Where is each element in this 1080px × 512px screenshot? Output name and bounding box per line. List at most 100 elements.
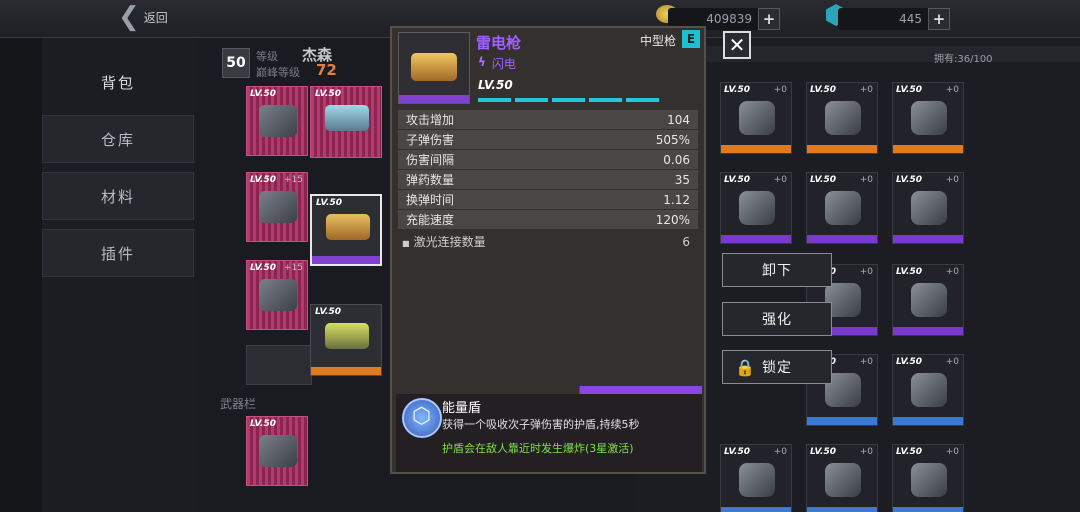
stat-value: 35: [674, 172, 690, 187]
item-level: LV.50: [896, 175, 923, 185]
item-plus: +0: [945, 85, 959, 95]
inventory-item[interactable]: LV.50 +0: [892, 354, 964, 426]
rarity-bar: [893, 417, 963, 425]
stat-row: 充能速度 120%: [398, 210, 698, 229]
item-plus: +0: [945, 357, 959, 367]
slot-plus: +15: [284, 263, 303, 273]
rarity-bar: [311, 367, 381, 375]
inventory-item[interactable]: LV.50 +0: [892, 264, 964, 336]
tab-plugins[interactable]: 插件: [42, 229, 194, 277]
back-label: 返回: [143, 10, 168, 25]
weapon-level: LV.50: [315, 307, 342, 317]
lock-icon: 🔒: [735, 358, 756, 377]
equipped-weapon-3[interactable]: LV.50: [310, 304, 382, 376]
stat-row: 子弹伤害 505%: [398, 130, 698, 149]
rarity-bar: [807, 507, 877, 512]
gem-counter: 445 +: [838, 8, 950, 30]
close-button[interactable]: ✕: [723, 31, 751, 59]
item-plus: +0: [773, 175, 787, 185]
rarity-bar: [721, 235, 791, 243]
boots-icon: [259, 279, 297, 311]
inventory-header: [706, 46, 1080, 62]
upgrade-button[interactable]: 强化: [722, 302, 832, 336]
tab-materials[interactable]: 材料: [42, 172, 194, 220]
peak-level-value: 72: [316, 61, 337, 79]
rarity-bar: [399, 95, 469, 103]
item-name: 雷电枪: [476, 34, 522, 52]
item-level: LV.50: [896, 267, 923, 277]
slot-level: LV.50: [250, 89, 277, 99]
gear-item-icon: [825, 101, 861, 135]
energy-shield-icon: [402, 398, 442, 438]
pip: [552, 98, 585, 102]
upgrade-label: 强化: [762, 312, 792, 328]
gear-item-icon: [911, 191, 947, 225]
inventory-item[interactable]: LV.50 +0: [892, 172, 964, 244]
gear-item-icon: [825, 463, 861, 497]
stat-row-extra: 激光连接数量 6: [398, 232, 698, 251]
tab-backpack[interactable]: 背包: [42, 58, 194, 106]
item-plus: +0: [859, 447, 873, 457]
gear-item-icon: [825, 191, 861, 225]
item-level: LV.50: [810, 175, 837, 185]
lock-label: 锁定: [762, 360, 792, 376]
stat-name: 子弹伤害: [406, 133, 455, 147]
lock-button[interactable]: 🔒 锁定: [722, 350, 832, 384]
weapon-level: LV.50: [315, 89, 342, 99]
inventory-item[interactable]: LV.50 +0: [892, 82, 964, 154]
level-label: 等级: [256, 50, 278, 63]
rarity-bar: [807, 145, 877, 153]
back-button[interactable]: ❮ 返回: [118, 4, 168, 30]
rarity-bar: [893, 507, 963, 512]
item-plus: +0: [859, 357, 873, 367]
inventory-item[interactable]: LV.50 +0: [892, 444, 964, 512]
rarity-bar: [721, 507, 791, 512]
inventory-item[interactable]: LV.50 +0: [720, 172, 792, 244]
armor-slot-empty[interactable]: [246, 345, 312, 385]
rarity-bar: [807, 235, 877, 243]
stat-value: 505%: [655, 132, 690, 147]
inventory-item[interactable]: LV.50 +0: [720, 444, 792, 512]
gear-item-icon: [911, 101, 947, 135]
rarity-bar: [893, 327, 963, 335]
slot-plus: +15: [284, 175, 303, 185]
item-level: LV.50: [896, 447, 923, 457]
tab-warehouse[interactable]: 仓库: [42, 115, 194, 163]
unequip-button[interactable]: 卸下: [722, 253, 832, 287]
gem-amount: 445: [899, 12, 922, 26]
inventory-item[interactable]: LV.50 +0: [806, 172, 878, 244]
armor-slot-legs[interactable]: LV.50 +15: [246, 260, 308, 330]
rarity-bar: [893, 145, 963, 153]
item-level: LV.50: [896, 357, 923, 367]
inventory-item[interactable]: LV.50 +0: [806, 444, 878, 512]
inventory-item[interactable]: LV.50 +0: [720, 82, 792, 154]
item-plus: +0: [859, 175, 873, 185]
armor-slot-chest[interactable]: LV.50 +15: [246, 172, 308, 242]
star-pips: [478, 98, 659, 102]
inventory-item[interactable]: LV.50 +0: [806, 82, 878, 154]
gear-item-icon: [911, 373, 947, 407]
item-level: LV.50: [810, 447, 837, 457]
add-gold-button[interactable]: +: [758, 8, 780, 30]
stat-value: 104: [667, 112, 690, 127]
item-element: ϟ 闪电: [478, 55, 516, 72]
gear-item-icon: [739, 191, 775, 225]
weapon-level: LV.50: [316, 198, 343, 208]
ability-star-note: 护盾会在敌人靠近时发生爆炸(3星激活): [442, 442, 634, 455]
lightning-icon: ϟ: [478, 55, 486, 69]
weapon-bar-slot[interactable]: LV.50: [246, 416, 308, 486]
item-level: LV.50: [724, 447, 751, 457]
add-gem-button[interactable]: +: [928, 8, 950, 30]
stat-row: 伤害间隔 0.06: [398, 150, 698, 169]
equipped-weapon-1[interactable]: LV.50: [310, 86, 382, 158]
inventory-capacity: 拥有:36/100: [934, 54, 993, 65]
character-level: 50: [222, 48, 250, 78]
weapon-icon: [259, 435, 297, 467]
peak-level-label: 巅峰等级: [256, 66, 300, 79]
rarity-bar: [807, 417, 877, 425]
item-detail-panel: 雷电枪 中型枪 E ϟ 闪电 LV.50 攻击增加 104 子弹伤害 505% 伤害…: [390, 26, 706, 474]
stat-value: 6: [682, 234, 690, 249]
gear-item-icon: [911, 463, 947, 497]
armor-slot-helmet[interactable]: LV.50: [246, 86, 308, 156]
equipped-weapon-selected[interactable]: LV.50: [310, 194, 382, 266]
